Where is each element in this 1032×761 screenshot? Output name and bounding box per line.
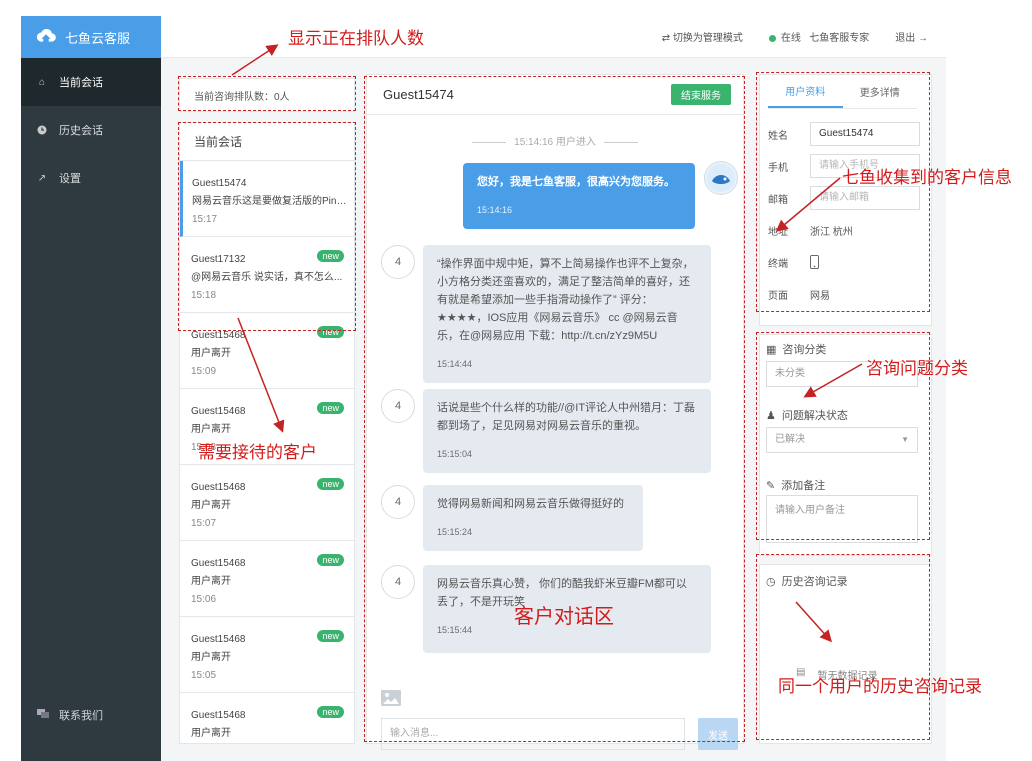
annotation-queue: 显示正在排队人数	[288, 29, 424, 48]
annotation-category: 咨询问题分类	[866, 359, 968, 378]
annotation-arrows	[231, 44, 863, 643]
annotation-info: 七鱼收集到的客户信息	[842, 168, 1012, 187]
annotation-customers: 需要接待的客户	[198, 443, 317, 462]
annotation-history: 同一个用户的历史咨询记录	[778, 677, 982, 696]
annotation-chat: 客户对话区	[514, 606, 614, 628]
